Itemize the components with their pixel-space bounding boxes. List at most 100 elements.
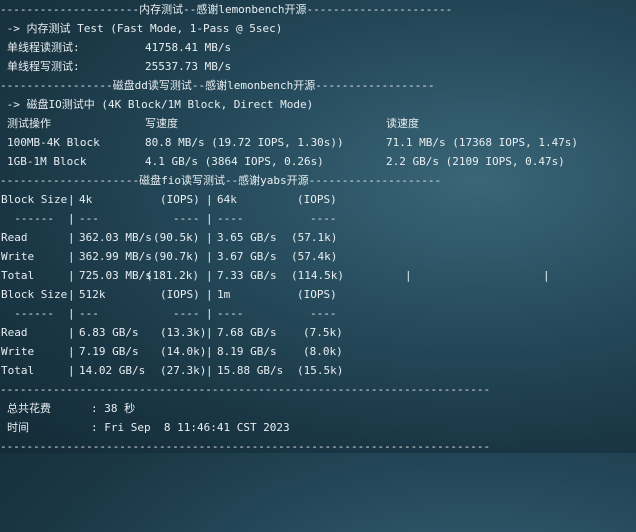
total-time-value: : 38 秒: [91, 402, 136, 415]
fio-cell-iops-b: (57.1k): [291, 231, 338, 244]
fio-pipe: |: [68, 345, 75, 358]
fio-cell-speed-b: 3.67 GB/s: [217, 250, 277, 263]
fio-pipe: |: [206, 212, 213, 225]
fio-table-row: Read | 6.83 GB/s (13.3k) | 7.68 GB/s (7.…: [0, 323, 636, 342]
dd-row-op: 100MB-4K Block: [7, 136, 100, 149]
fio-cell-label: Total: [1, 269, 35, 282]
fio-pipe: |: [206, 250, 213, 263]
fio-cell-speed-b: 8.19 GB/s: [217, 345, 277, 358]
fio-cell-speed-b: 7.33 GB/s: [217, 269, 277, 282]
dd-row-write: 80.8 MB/s (19.72 IOPS, 1.30s)): [145, 136, 344, 149]
fio-table-row: Total | 14.02 GB/s (27.3k) | 15.88 GB/s …: [0, 361, 636, 380]
timestamp-label: 时间: [7, 421, 29, 434]
dd-column-headers: 测试操作 写速度 读速度: [0, 114, 636, 133]
fio-cell-iops-b: (7.5k): [303, 326, 343, 339]
timestamp-row: 时间 : Fri Sep 8 11:46:41 CST 2023: [0, 418, 636, 437]
fio-cell-label: Block Size: [1, 288, 68, 301]
text-cursor-right: |: [543, 269, 550, 282]
fio-cell-iops-b: ----: [310, 307, 337, 320]
fio-pipe: |: [68, 269, 75, 282]
fio-pipe: |: [68, 326, 75, 339]
total-time-row: 总共花费 : 38 秒: [0, 399, 636, 418]
dd-row: 100MB-4K Block 80.8 MB/s (19.72 IOPS, 1.…: [0, 133, 636, 152]
fio-cell-iops-a: (90.5k): [153, 231, 200, 244]
fio-cell-iops-b: (IOPS): [297, 288, 337, 301]
fio-cell-iops-a: (13.3k): [160, 326, 207, 339]
dd-row-op: 1GB-1M Block: [7, 155, 87, 168]
fio-cell-label: ------: [1, 307, 54, 320]
mem-mode-line: -> 内存测试 Test (Fast Mode, 1-Pass @ 5sec): [0, 22, 283, 35]
fio-table-row: ------ | --- ---- | ---- ----: [0, 304, 636, 323]
fio-cell-speed-b: 64k: [217, 193, 237, 206]
fio-table-row: ------ | --- ---- | ---- ----: [0, 209, 636, 228]
dd-section-header: -----------------磁盘dd读写测试--感谢lemonbench开…: [0, 79, 435, 92]
fio-cell-iops-a: (181.2k): [146, 269, 199, 282]
terminal-window[interactable]: ---------------------内存测试--感谢lemonbench开…: [0, 0, 636, 453]
fio-pipe: |: [68, 364, 75, 377]
fio-pipe: |: [68, 307, 75, 320]
fio-pipe: |: [206, 345, 213, 358]
mem-write-value: 25537.73 MB/s: [145, 60, 232, 73]
mem-write-label: 单线程写测试:: [7, 60, 80, 73]
fio-pipe: |: [206, 269, 213, 282]
fio-cell-label: ------: [1, 212, 54, 225]
fio-cell-speed-b: 7.68 GB/s: [217, 326, 277, 339]
fio-pipe: |: [206, 231, 213, 244]
dd-row-read: 71.1 MB/s (17368 IOPS, 1.47s): [386, 136, 579, 149]
fio-cell-iops-a: (14.0k): [160, 345, 207, 358]
fio-table-row: Write | 7.19 GB/s (14.0k) | 8.19 GB/s (8…: [0, 342, 636, 361]
fio-cell-iops-b: ----: [310, 212, 337, 225]
timestamp-value: : Fri Sep 8 11:46:41 CST 2023: [91, 421, 290, 434]
fio-pipe: |: [206, 307, 213, 320]
fio-pipe: |: [206, 193, 213, 206]
mem-read-value: 41758.41 MB/s: [145, 41, 232, 54]
dd-col-op: 测试操作: [7, 117, 51, 130]
fio-cell-iops-a: (IOPS): [160, 288, 200, 301]
fio-cell-iops-b: (15.5k): [297, 364, 344, 377]
fio-cell-speed-b: 3.65 GB/s: [217, 231, 277, 244]
dd-mode-line: -> 磁盘IO测试中 (4K Block/1M Block, Direct Mo…: [0, 98, 314, 111]
fio-cell-speed-a: 725.03 MB/s: [79, 269, 152, 282]
fio-table-row: Write | 362.99 MB/s (90.7k) | 3.67 GB/s …: [0, 247, 636, 266]
fio-pipe: |: [206, 364, 213, 377]
fio-cell-speed-a: 4k: [79, 193, 93, 206]
fio-pipe: |: [68, 193, 75, 206]
fio-cell-label: Read: [1, 326, 28, 339]
fio-cell-label: Block Size: [1, 193, 68, 206]
fio-pipe: |: [206, 288, 213, 301]
fio-section-header: ---------------------磁盘fio读写测试--感谢yabs开源…: [0, 174, 442, 187]
fio-cell-iops-b: (8.0k): [303, 345, 343, 358]
fio-table-row: Block Size | 4k (IOPS) | 64k (IOPS): [0, 190, 636, 209]
footer-separator-bottom: ----------------------------------------…: [0, 440, 491, 453]
dd-row-write: 4.1 GB/s (3864 IOPS, 0.26s): [145, 155, 324, 168]
fio-cell-label: Write: [1, 345, 35, 358]
fio-pipe: |: [68, 250, 75, 263]
dd-col-read: 读速度: [386, 117, 419, 130]
fio-cell-label: Read: [1, 231, 28, 244]
fio-cell-speed-a: 6.83 GB/s: [79, 326, 139, 339]
fio-pipe: |: [68, 288, 75, 301]
fio-table-row: Read | 362.03 MB/s (90.5k) | 3.65 GB/s (…: [0, 228, 636, 247]
fio-cell-label: Total: [1, 364, 35, 377]
mem-read-label: 单线程读测试:: [7, 41, 80, 54]
fio-cell-iops-a: (90.7k): [153, 250, 200, 263]
text-cursor-left: |: [405, 269, 412, 282]
dd-col-write: 写速度: [145, 117, 178, 130]
mem-section-header: ---------------------内存测试--感谢lemonbench开…: [0, 3, 453, 16]
fio-pipe: |: [206, 326, 213, 339]
fio-cell-iops-a: ----: [173, 307, 200, 320]
fio-table-row: Block Size | 512k (IOPS) | 1m (IOPS): [0, 285, 636, 304]
fio-cell-speed-b: ----: [217, 307, 244, 320]
fio-table-row: Total | 725.03 MB/s (181.2k) | 7.33 GB/s…: [0, 266, 636, 285]
fio-cell-speed-a: 512k: [79, 288, 106, 301]
fio-cell-iops-a: ----: [173, 212, 200, 225]
fio-cell-speed-b: ----: [217, 212, 244, 225]
fio-cell-iops-b: (IOPS): [297, 193, 337, 206]
fio-cell-speed-a: 362.99 MB/s: [79, 250, 152, 263]
fio-pipe: |: [68, 212, 75, 225]
fio-cell-speed-a: 362.03 MB/s: [79, 231, 152, 244]
fio-cell-speed-a: 14.02 GB/s: [79, 364, 146, 377]
fio-cell-speed-a: ---: [79, 212, 99, 225]
fio-cell-label: Write: [1, 250, 35, 263]
fio-cell-iops-b: (114.5k): [291, 269, 344, 282]
